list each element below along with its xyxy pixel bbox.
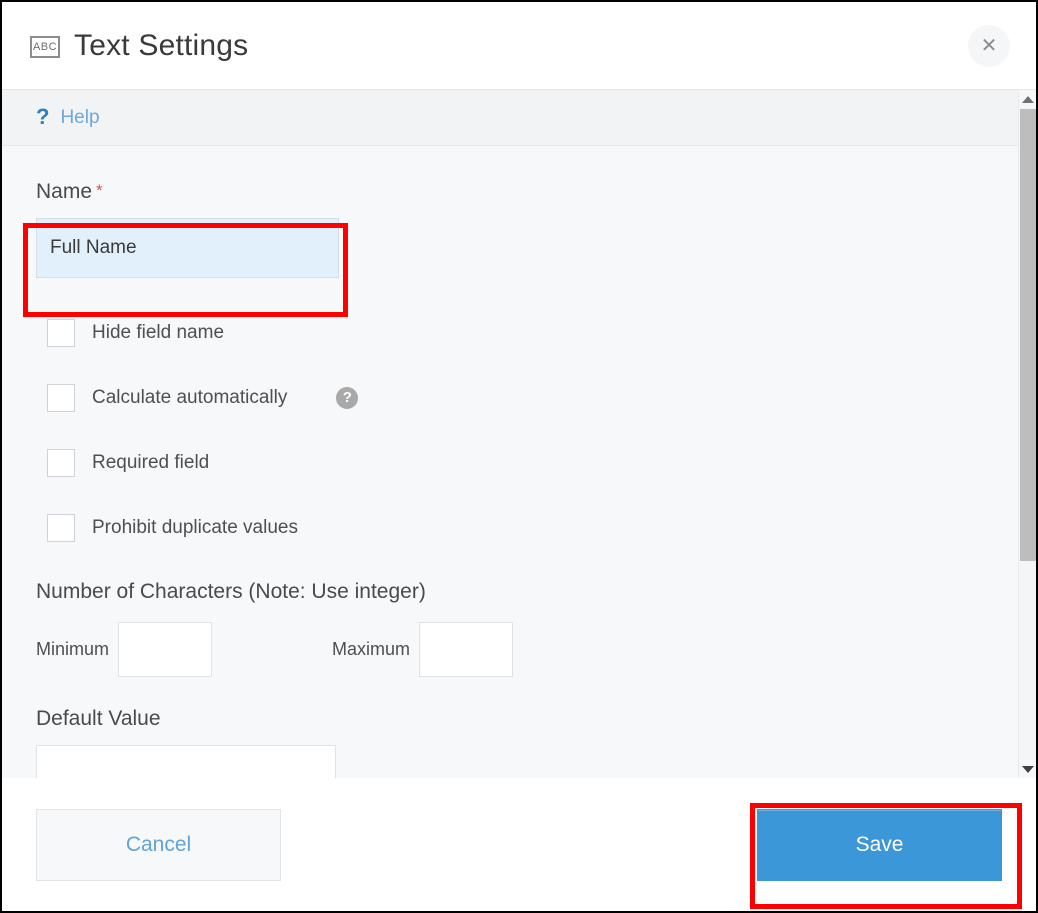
checkbox-prohibit-duplicate-values[interactable] [47,513,75,542]
text-settings-dialog: ABC Text Settings ✕ ? Help Name* Hi [0,0,1038,913]
dialog-body: ? Help Name* Hide field name Calculate a… [2,90,1036,778]
checkbox-hide-field-name[interactable] [47,318,75,347]
help-icon: ? [36,103,50,129]
scroll-up-arrow-icon[interactable] [1019,90,1036,108]
number-of-characters-heading: Number of Characters (Note: Use integer) [36,580,426,603]
options-checkbox-list: Hide field name Calculate automatically … [36,300,1002,560]
close-button[interactable]: ✕ [968,25,1010,67]
dialog-header: ABC Text Settings ✕ [2,2,1036,90]
checkbox-label: Required field [92,451,210,473]
option-calculate-automatically[interactable]: Calculate automatically ? [36,365,1002,430]
triangle-down-icon [1022,765,1034,773]
minimum-characters-input[interactable] [118,622,213,677]
dialog-footer: Cancel Save [2,778,1036,911]
name-input[interactable] [36,218,339,278]
scroll-down-arrow-icon[interactable] [1019,760,1036,778]
number-of-characters-row: Minimum Maximum [36,622,1002,677]
info-help-icon[interactable]: ? [336,386,359,409]
save-button[interactable]: Save [757,808,1002,881]
settings-form: Name* Hide field name Calculate automati… [2,146,1036,778]
checkbox-calculate-automatically[interactable] [47,383,75,412]
checkbox-required-field[interactable] [47,448,75,477]
checkbox-label: Hide field name [92,321,225,343]
cancel-button[interactable]: Cancel [36,808,281,881]
maximum-label: Maximum [332,639,411,659]
checkbox-label: Prohibit duplicate values [92,516,298,538]
option-hide-field-name[interactable]: Hide field name [36,300,1002,365]
minimum-label: Minimum [36,639,110,659]
name-field-label: Name * [36,180,1002,204]
maximum-characters-input[interactable] [419,622,514,677]
vertical-scrollbar[interactable] [1018,90,1036,778]
option-required-field[interactable]: Required field [36,430,1002,495]
help-bar: ? Help [2,90,1036,146]
name-label-text: Name [36,180,93,203]
default-value-input[interactable] [36,745,336,778]
page-title: Text Settings [74,28,249,62]
option-prohibit-duplicate-values[interactable]: Prohibit duplicate values [36,495,1002,560]
triangle-up-icon [1022,95,1034,103]
name-input-wrapper [36,218,339,278]
scrollbar-thumb[interactable] [1020,109,1036,561]
help-link[interactable]: Help [60,107,99,129]
close-icon: ✕ [980,35,998,57]
abc-text-field-icon: ABC [30,35,60,58]
required-marker: * [96,181,103,200]
default-value-heading: Default Value [36,707,161,730]
checkbox-label: Calculate automatically [92,386,288,408]
dialog-title-group: ABC Text Settings [30,29,248,63]
